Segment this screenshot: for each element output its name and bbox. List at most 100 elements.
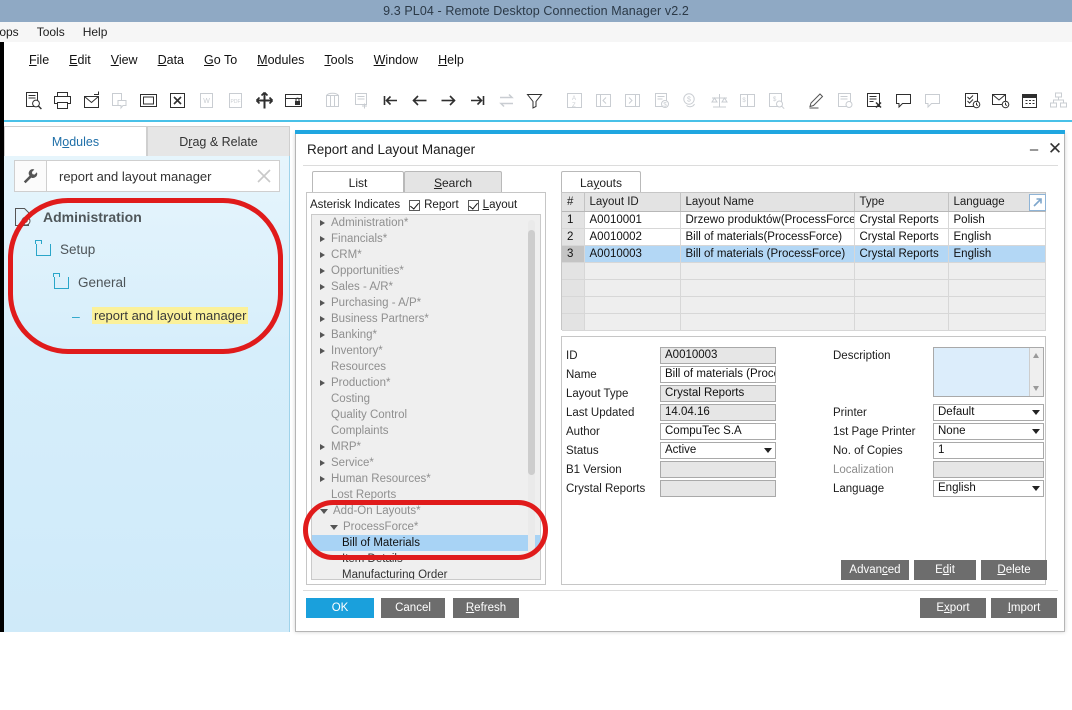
chevron-down-icon[interactable] [320,509,328,514]
ok-button[interactable]: OK [306,598,374,618]
module-tree-row[interactable]: Quality Control [312,407,540,423]
approval-icon[interactable] [959,85,986,115]
cell-type[interactable]: Crystal Reports [854,229,948,246]
module-tree-row[interactable]: Costing [312,391,540,407]
module-tree-row[interactable]: Purchasing - A/P* [312,295,540,311]
table-row[interactable]: 2 A0010002 Bill of materials(ProcessForc… [562,229,1045,246]
module-tree-row[interactable]: Banking* [312,327,540,343]
field-id[interactable]: A0010003 [660,347,776,364]
chevron-right-icon[interactable] [320,332,325,338]
cell-blank[interactable] [584,280,680,297]
chevron-down-icon[interactable] [1032,410,1040,415]
columns-icon[interactable]: $ [734,85,761,115]
cell-blank[interactable] [948,297,1045,314]
menu-edit[interactable]: Edit [59,43,101,78]
col-layout-name[interactable]: Layout Name [680,193,854,212]
close-icon[interactable]: ✕ [1046,140,1064,158]
module-tree-scrollbar[interactable] [528,220,535,560]
chevron-right-icon[interactable] [320,300,325,306]
chevron-right-icon[interactable] [320,380,325,386]
tree-node-administration[interactable]: Administration [14,200,280,233]
wrench-icon[interactable] [14,160,47,192]
import-button[interactable]: Import [991,598,1057,618]
refresh-button[interactable]: Refresh [453,598,519,618]
search-input[interactable] [57,168,255,185]
module-tree-row[interactable]: MRP* [312,439,540,455]
module-tree-row[interactable]: CRM* [312,247,540,263]
filter-icon[interactable] [521,85,548,115]
field-description[interactable] [933,347,1044,397]
minimize-icon[interactable]: – [1025,140,1043,158]
table-row-empty[interactable] [562,297,1045,314]
module-tree-row[interactable]: Production* [312,375,540,391]
cell-type[interactable]: Crystal Reports [854,212,948,229]
col-num[interactable]: # [562,193,584,212]
scroll-up-icon[interactable] [1033,353,1039,358]
payment-icon[interactable]: $ [677,85,704,115]
tree-node-general[interactable]: General [14,266,280,299]
add-row-icon[interactable] [348,85,375,115]
next-record-icon[interactable] [435,85,462,115]
select-printer[interactable]: Default [933,404,1044,421]
chevron-right-icon[interactable] [320,460,325,466]
cell-language[interactable]: English [948,246,1045,263]
cancel-button[interactable]: Cancel [381,598,445,618]
table-row[interactable]: 1 A0010001 Drzewo produktów(ProcessForce… [562,212,1045,229]
module-tree[interactable]: Administration* Financials* CRM* Opportu… [311,214,541,580]
chevron-down-icon[interactable] [1032,429,1040,434]
chevron-right-icon[interactable] [320,236,325,242]
cell-blank[interactable] [854,297,948,314]
org-chart-icon[interactable] [1045,85,1072,115]
cell-blank[interactable] [854,263,948,280]
preview-search-icon[interactable] [20,85,47,115]
rdcm-menu-tops[interactable]: tops [0,22,28,42]
previous-record-icon[interactable] [406,85,433,115]
menu-window[interactable]: Window [364,43,428,78]
menu-tools[interactable]: Tools [314,43,363,78]
last-record-icon[interactable] [464,85,491,115]
sidebar-tab-modules[interactable]: Modules [4,126,147,156]
module-tree-row[interactable]: Opportunities* [312,263,540,279]
cell-blank[interactable] [854,314,948,331]
layout-checkbox[interactable] [468,200,479,211]
chevron-right-icon[interactable] [320,348,325,354]
sidebar-tab-drag-relate[interactable]: Drag & Relate [147,126,290,156]
cell-blank[interactable] [948,314,1045,331]
module-tree-row-processforce[interactable]: ProcessForce* [312,519,540,535]
module-tree-row-manufacturing-order[interactable]: Manufacturing Order [312,567,540,580]
cell-layout-id[interactable]: A0010003 [584,246,680,263]
module-tree-row[interactable]: Complaints [312,423,540,439]
module-tree-row[interactable]: Financials* [312,231,540,247]
module-tree-row-bill-of-materials[interactable]: Bill of Materials [312,535,540,551]
delete-button[interactable]: Delete [981,560,1047,580]
chevron-down-icon[interactable] [330,525,338,530]
sidebar-search-box[interactable] [47,160,280,192]
reply-message-icon[interactable] [919,85,946,115]
module-tree-row-addon-layouts[interactable]: Add-On Layouts* [312,503,540,519]
table-row-selected[interactable]: 3 A0010003 Bill of materials (ProcessFor… [562,246,1045,263]
export-button[interactable]: Export [920,598,986,618]
rdcm-menu-tools[interactable]: Tools [28,22,74,42]
clear-search-icon[interactable] [255,167,273,185]
refresh-icon[interactable] [493,85,520,115]
cell-layout-id[interactable]: A0010002 [584,229,680,246]
scroll-down-icon[interactable] [1033,386,1039,391]
cell-layout-name[interactable]: Bill of materials(ProcessForce) [680,229,854,246]
report-checkbox-label[interactable]: Report [424,199,459,211]
first-record-icon[interactable] [377,85,404,115]
advanced-button[interactable]: Advanced [841,560,909,580]
tab-list[interactable]: List [312,171,404,193]
chevron-right-icon[interactable] [320,220,325,226]
cell-language[interactable]: English [948,229,1045,246]
module-tree-row[interactable]: Business Partners* [312,311,540,327]
edit-button[interactable]: Edit [914,560,976,580]
email-icon[interactable] [78,85,105,115]
scrollbar-thumb[interactable] [528,230,535,475]
report-checkbox[interactable] [409,200,420,211]
print-icon[interactable] [49,85,76,115]
message-icon[interactable] [890,85,917,115]
select-status[interactable]: Active [660,442,776,459]
cell-layout-name[interactable]: Bill of materials (ProcessForce) [680,246,854,263]
chevron-right-icon[interactable] [320,476,325,482]
sms-icon[interactable] [107,85,134,115]
